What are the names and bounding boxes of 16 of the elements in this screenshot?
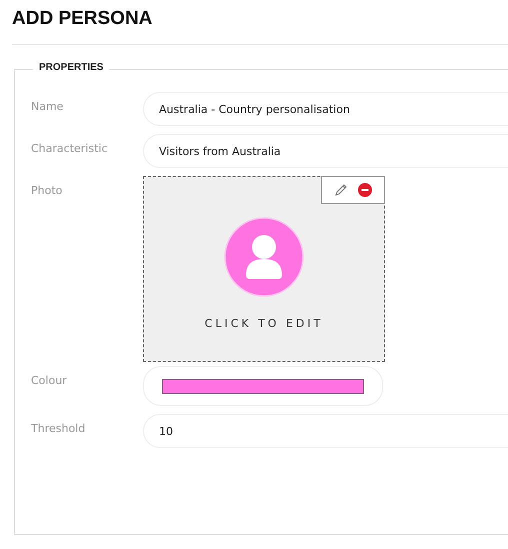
input-field[interactable]: Australia - Country personalisation (143, 92, 508, 126)
field-label: Photo (30, 184, 64, 197)
photo-dropzone[interactable]: CLICK TO EDIT (143, 176, 385, 362)
colour-field[interactable] (143, 366, 383, 406)
avatar-icon (224, 217, 304, 297)
field-label: Threshold (30, 422, 86, 435)
photo-caption: CLICK TO EDIT (204, 317, 324, 330)
remove-icon[interactable] (358, 183, 372, 197)
section-legend: PROPERTIES (33, 62, 110, 73)
pencil-icon[interactable] (334, 183, 348, 197)
field-label: Name (30, 100, 64, 113)
input-field[interactable]: Visitors from Australia (143, 134, 508, 168)
field-label: Characteristic (30, 142, 109, 155)
input-field[interactable]: 10 (143, 414, 508, 448)
page-title: ADD PERSONA (11, 7, 154, 31)
field-label: Colour (30, 374, 68, 387)
